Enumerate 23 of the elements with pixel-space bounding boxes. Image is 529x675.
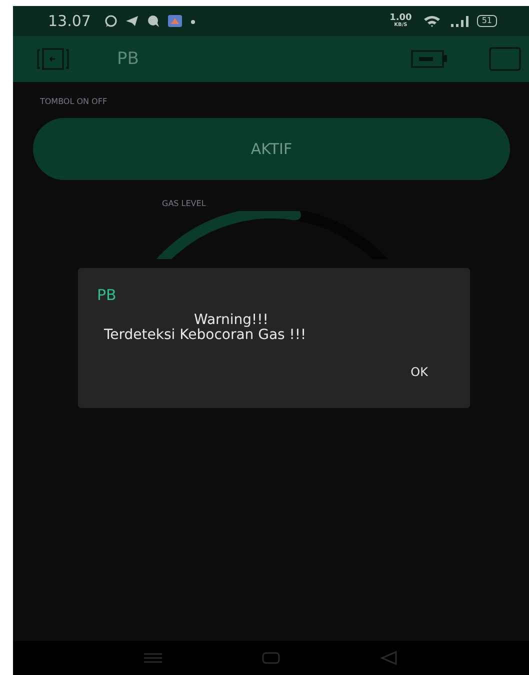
app-icon xyxy=(166,14,183,28)
widget-label: GAS LEVEL xyxy=(162,199,207,208)
app-title: PB xyxy=(117,49,139,69)
ok-button[interactable]: OK xyxy=(406,363,432,381)
network-speed: 1.00 xyxy=(390,14,412,23)
dialog-title: PB xyxy=(97,286,118,304)
clock-time: 13.07 xyxy=(48,12,91,30)
wifi-icon xyxy=(422,14,443,28)
speech-bubble-icon xyxy=(146,14,160,28)
menu-icon[interactable] xyxy=(144,652,162,664)
signal-icon xyxy=(450,14,470,28)
battery-indicator: 51 xyxy=(476,15,497,27)
home-icon[interactable] xyxy=(262,652,280,664)
toggle-button[interactable]: AKTIF xyxy=(33,118,510,180)
battery-icon[interactable] xyxy=(411,49,449,69)
widget-label: TOMBOL ON OFF xyxy=(40,97,108,106)
square-icon[interactable] xyxy=(489,47,521,71)
chat-bubble-icon xyxy=(104,14,118,28)
dialog-message: Terdeteksi Kebocoran Gas !!! xyxy=(104,328,306,343)
dialog-message: Warning!!! xyxy=(194,313,268,328)
paper-plane-icon xyxy=(124,14,139,28)
back-icon[interactable] xyxy=(380,651,398,665)
device-icon xyxy=(35,47,71,71)
